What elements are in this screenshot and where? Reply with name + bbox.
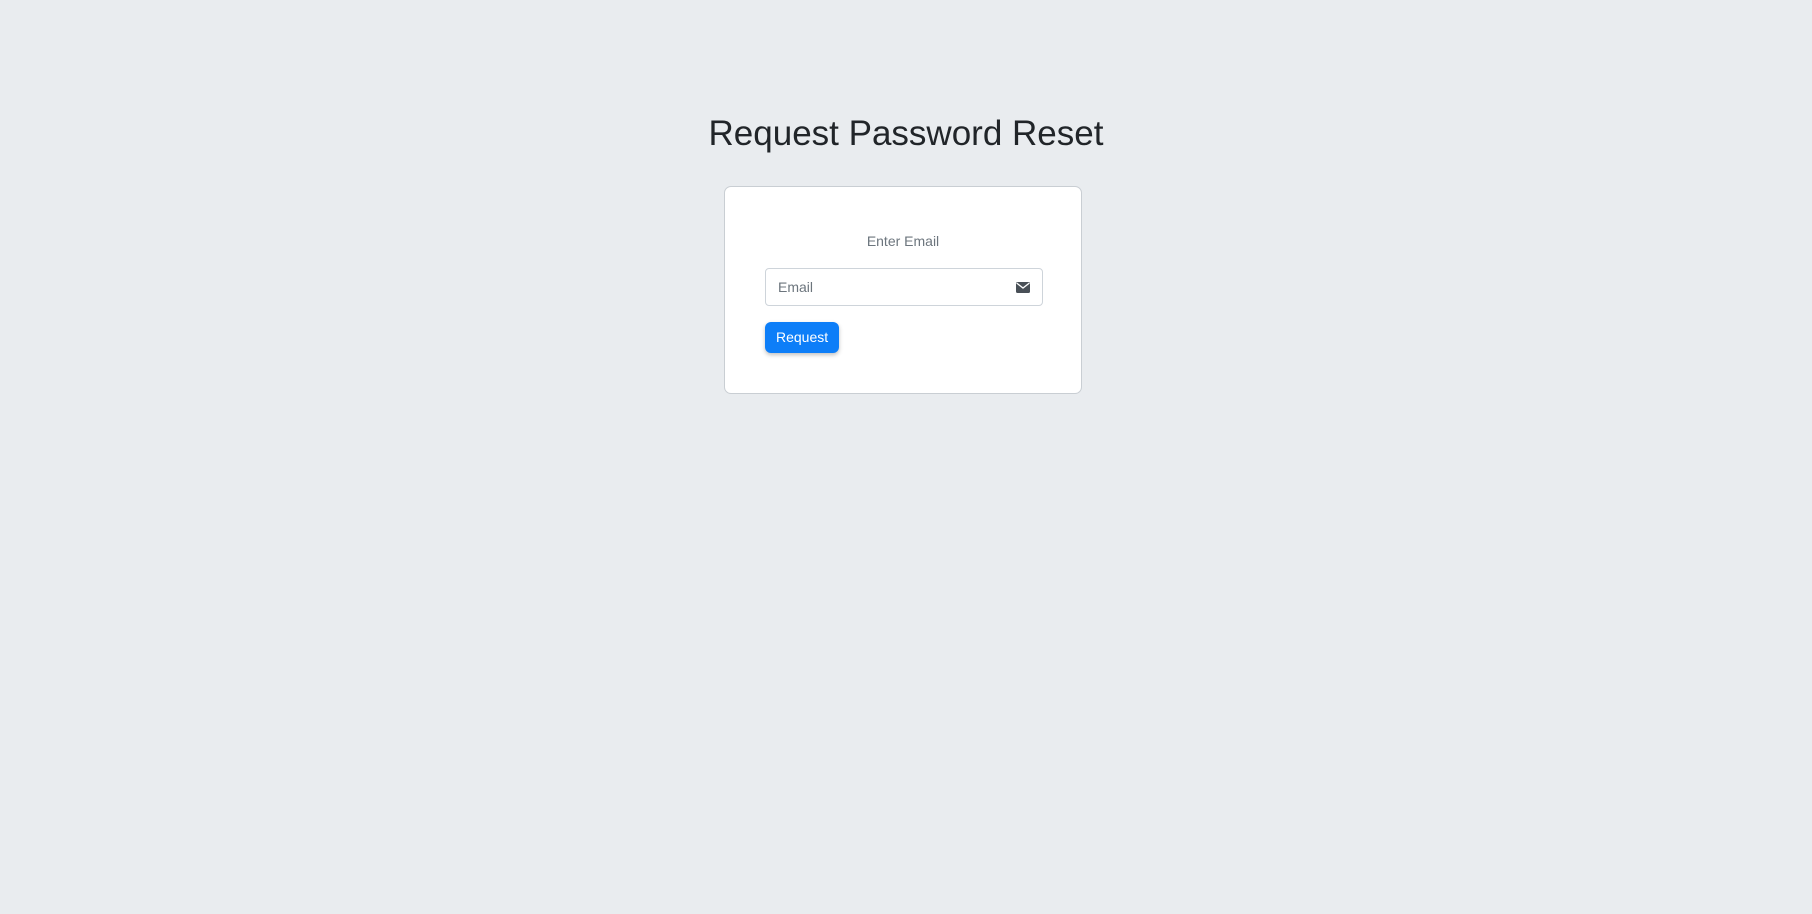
email-input[interactable]	[766, 269, 1004, 305]
envelope-icon	[1004, 269, 1042, 305]
reset-card: Enter Email Request	[724, 186, 1082, 394]
page-title: Request Password Reset	[708, 114, 1104, 153]
request-button[interactable]: Request	[765, 322, 840, 353]
enter-email-message: Enter Email	[866, 233, 940, 249]
email-input-group	[765, 268, 1043, 306]
